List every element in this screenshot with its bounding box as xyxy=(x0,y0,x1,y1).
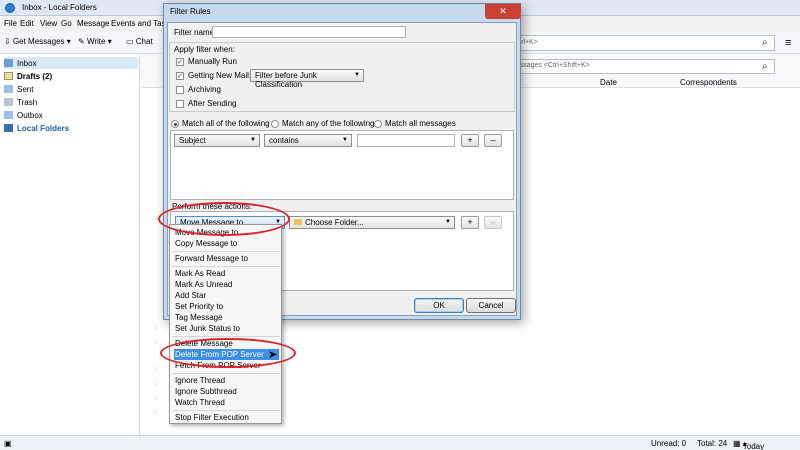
menu-item-set-priority[interactable]: Set Priority to xyxy=(174,301,279,312)
trash-icon xyxy=(4,98,13,106)
star-icon[interactable]: ☆ xyxy=(152,337,159,346)
write-button[interactable]: ✎ Write ▾ xyxy=(78,37,112,46)
menu-separator xyxy=(172,410,280,411)
chevron-down-icon: ▼ xyxy=(342,137,348,143)
archiving-checkbox[interactable] xyxy=(176,86,184,94)
menu-go[interactable]: Go xyxy=(61,19,72,28)
drafts-icon xyxy=(4,72,13,80)
after-sending-checkbox[interactable] xyxy=(176,100,184,108)
match-all-messages-radio[interactable] xyxy=(374,120,382,128)
menu-item-ignore-thread[interactable]: Ignore Thread xyxy=(174,375,279,386)
outbox-icon xyxy=(4,111,13,119)
star-icon[interactable]: ☆ xyxy=(152,379,159,388)
apply-when-label: Apply filter when: xyxy=(174,45,235,54)
criteria-list: Subject ▼ contains ▼ + – xyxy=(170,130,514,200)
thunderbird-icon xyxy=(5,3,15,13)
ok-button[interactable]: OK xyxy=(414,298,464,313)
choose-folder-select[interactable]: Choose Folder... ▼ xyxy=(289,216,455,229)
apply-when-group: Apply filter when: ✓ Manually Run ✓ Gett… xyxy=(169,42,515,112)
remove-action-button[interactable]: – xyxy=(484,216,502,229)
close-button[interactable]: ✕ xyxy=(485,4,521,19)
chat-button[interactable]: ▭ Chat xyxy=(126,37,153,46)
remove-criteria-button[interactable]: – xyxy=(484,134,502,147)
filter-name-label: Filter name: xyxy=(174,28,217,37)
menu-item-stop-filter[interactable]: Stop Filter Execution xyxy=(174,412,279,423)
new-mail-checkbox[interactable]: ✓ xyxy=(176,72,184,80)
chevron-down-icon: ▼ xyxy=(250,137,256,143)
menu-item-ignore-subthread[interactable]: Ignore Subthread xyxy=(174,386,279,397)
menu-item-mark-unread[interactable]: Mark As Unread xyxy=(174,279,279,290)
star-icon[interactable]: ☆ xyxy=(152,323,159,332)
match-all-label: Match all of the following xyxy=(182,119,270,128)
archiving-label: Archiving xyxy=(188,85,221,94)
folder-trash[interactable]: Trash xyxy=(4,96,37,108)
menu-item-mark-read[interactable]: Mark As Read xyxy=(174,268,279,279)
menu-item-copy-message[interactable]: Copy Message to xyxy=(174,238,279,249)
folder-sent[interactable]: Sent xyxy=(4,83,33,95)
match-any-radio[interactable] xyxy=(271,120,279,128)
chevron-down-icon: ▼ xyxy=(354,72,360,78)
new-mail-timing-select[interactable]: Filter before Junk Classification ▼ xyxy=(250,69,364,89)
menu-separator xyxy=(172,336,280,337)
menu-item-set-junk-status[interactable]: Set Junk Status to xyxy=(174,323,279,334)
menu-view[interactable]: View xyxy=(40,19,57,28)
menu-message[interactable]: Message xyxy=(77,19,109,28)
app-menu-icon[interactable]: ≡ xyxy=(785,37,791,49)
folder-local-folders[interactable]: Local Folders xyxy=(4,122,69,134)
get-messages-button[interactable]: ⇩ Get Messages ▾ xyxy=(4,37,71,46)
unread-count: Unread: 0 xyxy=(651,439,687,448)
today-pane-toggle[interactable]: ▦ Today Pane ▴ xyxy=(733,439,764,450)
menu-file[interactable]: File xyxy=(4,19,17,28)
star-icon[interactable]: ☆ xyxy=(152,393,159,402)
online-status-icon[interactable]: ▣ xyxy=(4,439,12,448)
match-all-radio[interactable] xyxy=(171,120,179,128)
folder-inbox[interactable]: Inbox xyxy=(4,57,138,69)
menu-item-forward-message[interactable]: Forward Message to xyxy=(174,253,279,264)
menu-edit[interactable]: Edit xyxy=(20,19,34,28)
cancel-button[interactable]: Cancel xyxy=(466,298,516,313)
menu-item-watch-thread[interactable]: Watch Thread xyxy=(174,397,279,408)
criteria-value-input[interactable] xyxy=(357,134,455,147)
manually-run-checkbox[interactable]: ✓ xyxy=(176,58,184,66)
status-bar: ▣ Unread: 0 Total: 24 ▦ Today Pane ▴ xyxy=(0,435,800,450)
after-sending-label: After Sending xyxy=(188,99,237,108)
mouse-pointer-icon: ➤ xyxy=(268,349,278,361)
folder-drafts[interactable]: Drafts (2) xyxy=(4,70,52,82)
menu-events[interactable]: Events and Tas xyxy=(111,19,166,28)
global-search-input[interactable]: <Ctrl+K> xyxy=(505,35,775,51)
window-title: Inbox - Local Folders xyxy=(22,3,97,12)
annotation-circle-action-select xyxy=(158,202,290,236)
computer-icon xyxy=(4,124,13,132)
quick-filter-search-icon: ⌕ xyxy=(762,61,768,72)
search-icon[interactable]: ⌕ xyxy=(762,37,768,48)
column-correspondents[interactable]: Correspondents xyxy=(680,78,737,87)
chevron-down-icon: ▼ xyxy=(445,219,451,225)
star-icon[interactable]: ☆ xyxy=(152,407,159,416)
criteria-field-select[interactable]: Subject ▼ xyxy=(174,134,260,147)
menu-item-tag-message[interactable]: Tag Message xyxy=(174,312,279,323)
criteria-operator-select[interactable]: contains ▼ xyxy=(264,134,352,147)
manually-run-label: Manually Run xyxy=(188,57,237,66)
star-icon[interactable]: ☆ xyxy=(152,365,159,374)
match-all-messages-label: Match all messages xyxy=(385,119,456,128)
action-dropdown-menu: Move Message to Copy Message to Forward … xyxy=(169,224,282,424)
add-action-button[interactable]: + xyxy=(461,216,479,229)
menu-separator xyxy=(172,266,280,267)
match-any-label: Match any of the following xyxy=(282,119,375,128)
inbox-icon xyxy=(4,59,13,67)
filter-name-input[interactable] xyxy=(212,26,406,38)
dialog-title: Filter Rules xyxy=(170,7,211,16)
total-count: Total: 24 xyxy=(697,439,728,448)
quick-filter-input[interactable]: messages <Ctrl+Shift+K> xyxy=(505,59,775,74)
menu-item-add-star[interactable]: Add Star xyxy=(174,290,279,301)
column-date[interactable]: Date xyxy=(600,78,617,87)
sent-icon xyxy=(4,85,13,93)
folder-outbox[interactable]: Outbox xyxy=(4,109,43,121)
menu-separator xyxy=(172,373,280,374)
new-mail-label: Getting New Mail: xyxy=(188,71,252,80)
menu-separator xyxy=(172,251,280,252)
add-criteria-button[interactable]: + xyxy=(461,134,479,147)
folder-icon xyxy=(294,219,302,225)
folder-pane: Inbox Drafts (2) Sent Trash Outbox Local… xyxy=(0,55,140,435)
